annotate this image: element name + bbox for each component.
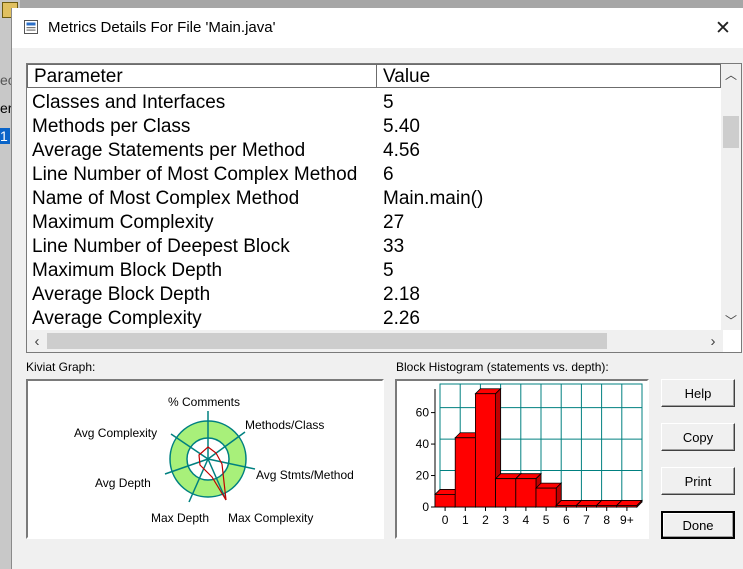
histogram-bar	[615, 499, 643, 508]
bar-front	[555, 505, 577, 508]
close-button[interactable]: ✕	[703, 8, 743, 48]
value-cell: 5	[383, 92, 394, 113]
value-cell: 4.56	[383, 140, 420, 161]
column-header-parameter[interactable]: Parameter	[27, 64, 377, 88]
axis-label-methods-class: Methods/Class	[245, 418, 324, 432]
scroll-left-arrow-icon[interactable]: ‹	[27, 330, 47, 352]
kiviat-graph: % Comments Methods/Class Avg Stmts/Metho…	[74, 395, 354, 525]
table-row[interactable]: Line Number of Most Complex Method 6	[27, 163, 721, 187]
table-row[interactable]: Average Statements per Method 4.56	[27, 139, 721, 163]
table-row[interactable]: Methods per Class 5.40	[27, 115, 721, 139]
value-cell: 33	[383, 236, 405, 257]
print-button[interactable]: Print	[661, 467, 735, 495]
table-header: Parameter Value	[27, 64, 721, 90]
kiviat-panel: % Comments Methods/Class Avg Stmts/Metho…	[26, 379, 384, 539]
table-row[interactable]: Average Complexity 2.26	[27, 307, 721, 330]
table-row[interactable]: Name of Most Complex Method Main.main()	[27, 187, 721, 211]
y-tick-label: 20	[416, 469, 430, 483]
metrics-table[interactable]: Parameter Value Classes and Interfaces 5 …	[26, 63, 742, 353]
done-button[interactable]: Done	[661, 511, 735, 539]
bar-front	[454, 437, 476, 508]
x-tick-label: 6	[563, 513, 570, 527]
y-tick-label: 0	[422, 500, 429, 514]
metrics-dialog: Metrics Details For File 'Main.java' ✕ P…	[11, 8, 743, 569]
bar-front	[475, 393, 497, 508]
histogram-label: Block Histogram (statements vs. depth):	[396, 360, 609, 374]
histogram-bars	[434, 387, 643, 508]
value-cell: 6	[383, 164, 394, 185]
title-bar: Metrics Details For File 'Main.java' ✕	[12, 8, 743, 48]
value-cell: 2.18	[383, 284, 420, 305]
x-tick-label: 8	[603, 513, 610, 527]
bar-front	[575, 505, 597, 508]
scroll-right-arrow-icon[interactable]: ›	[703, 330, 723, 352]
x-tick-label: 1	[462, 513, 469, 527]
scroll-up-arrow-icon[interactable]: ︿	[721, 64, 741, 84]
kiviat-label: Kiviat Graph:	[26, 360, 96, 374]
window-icon	[24, 20, 38, 34]
histogram-y-axis: 60 40 20 0	[416, 406, 435, 514]
bar-front	[596, 505, 618, 508]
axis-label-max-complexity: Max Complexity	[228, 511, 313, 525]
histogram-x-axis: 0 1 2 3 4 5 6 7 8 9+	[442, 507, 634, 527]
parameter-cell: Maximum Block Depth	[32, 260, 223, 281]
value-cell: 27	[383, 212, 405, 233]
x-tick-label: 9+	[620, 513, 634, 527]
copy-button[interactable]: Copy	[661, 423, 735, 451]
parameter-cell: Average Complexity	[32, 308, 202, 329]
column-header-value[interactable]: Value	[376, 64, 721, 88]
parameter-cell: Classes and Interfaces	[32, 92, 226, 113]
axis-label-avg-depth: Avg Depth	[95, 476, 151, 490]
x-tick-label: 4	[523, 513, 530, 527]
x-tick-label: 3	[502, 513, 509, 527]
value-cell: Main.main()	[383, 188, 484, 209]
parameter-cell: Line Number of Deepest Block	[32, 236, 290, 257]
vertical-scrollbar[interactable]: ︿ ﹀	[721, 64, 741, 330]
horizontal-scroll-thumb[interactable]	[47, 333, 607, 349]
axis-label-stmts-method: Avg Stmts/Method	[256, 468, 354, 482]
scroll-down-arrow-icon[interactable]: ﹀	[721, 310, 741, 330]
value-cell: 5.40	[383, 116, 420, 137]
y-tick-label: 60	[416, 406, 430, 420]
bar-front	[535, 487, 557, 508]
x-tick-label: 7	[583, 513, 590, 527]
parameter-cell: Name of Most Complex Method	[32, 188, 300, 209]
axis-label-max-depth: Max Depth	[151, 511, 209, 525]
help-button[interactable]: Help	[661, 379, 735, 407]
table-row[interactable]: Average Block Depth 2.18	[27, 283, 721, 307]
bar-front	[616, 505, 638, 508]
parameter-cell: Line Number of Most Complex Method	[32, 164, 358, 185]
value-cell: 2.26	[383, 308, 420, 329]
x-tick-label: 2	[482, 513, 489, 527]
table-row[interactable]: Line Number of Deepest Block 33	[27, 235, 721, 259]
block-histogram-chart: 6040200 0 1 2 3 4 5 6 7 8 9+	[416, 383, 643, 527]
table-row[interactable]: Classes and Interfaces 5	[27, 91, 721, 115]
vertical-scroll-thumb[interactable]	[723, 116, 739, 148]
y-tick-label: 40	[416, 437, 430, 451]
x-tick-label: 0	[442, 513, 449, 527]
x-tick-label: 5	[543, 513, 550, 527]
parameter-cell: Average Block Depth	[32, 284, 211, 305]
close-icon: ✕	[715, 17, 731, 39]
horizontal-scrollbar[interactable]: ‹ ›	[27, 330, 723, 352]
bar-front	[495, 478, 517, 508]
histogram-bar	[535, 482, 563, 508]
axis-label-comments: % Comments	[168, 395, 240, 409]
parameter-cell: Methods per Class	[32, 116, 191, 137]
table-row[interactable]: Maximum Complexity 27	[27, 211, 721, 235]
value-cell: 5	[383, 260, 394, 281]
bar-front	[434, 494, 456, 508]
table-body: Classes and Interfaces 5 Methods per Clas…	[27, 91, 721, 330]
window-title: Metrics Details For File 'Main.java'	[48, 19, 276, 36]
axis-label-avg-complexity: Avg Complexity	[74, 426, 157, 440]
parameter-cell: Average Statements per Method	[32, 140, 306, 161]
table-row[interactable]: Maximum Block Depth 5	[27, 259, 721, 283]
background-selection: 1	[0, 128, 10, 144]
parameter-cell: Maximum Complexity	[32, 212, 214, 233]
histogram-panel: 60 40 20 0 0 1 2 3 4 5 6 7 8 9+	[395, 379, 649, 539]
bar-front	[515, 478, 537, 508]
